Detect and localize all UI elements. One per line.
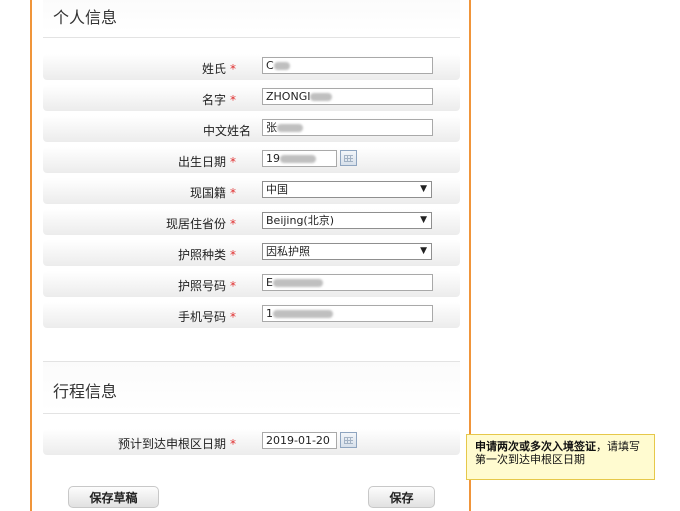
calendar-icon[interactable] [340,150,357,166]
personal-divider [43,37,460,38]
given-name-label: 名字 * [201,93,236,107]
passport-number-input[interactable]: E [262,274,433,291]
given-name-input[interactable]: ZHONGI [262,88,433,105]
province-row: 现居住省份 * Beijing(北京) ▼ [43,209,460,235]
dropdown-arrow-icon: ▼ [420,246,427,256]
save-button[interactable]: 保存 [368,486,435,508]
nationality-label: 现国籍 * [189,186,236,200]
passport-type-label: 护照种类 * [177,248,236,262]
passport-type-select[interactable]: 因私护照 ▼ [262,243,432,260]
save-draft-button[interactable]: 保存草稿 [68,486,159,508]
province-select[interactable]: Beijing(北京) ▼ [262,212,432,229]
surname-row: 姓氏 * C [43,54,460,80]
nationality-select[interactable]: 中国 ▼ [262,181,432,198]
passport-number-label: 护照号码 * [177,279,236,293]
chinese-name-row: 中文姓名 张 [43,116,460,142]
dropdown-arrow-icon: ▼ [420,184,427,194]
passport-number-row: 护照号码 * E [43,271,460,297]
personal-section-title: 个人信息 [53,8,118,27]
arrival-row: 预计到达申根区日期 * 2019-01-20 [43,429,460,455]
arrival-date-input[interactable]: 2019-01-20 [262,432,337,449]
arrival-label: 预计到达申根区日期 * [117,437,236,451]
province-label: 现居住省份 * [165,217,236,231]
trip-divider [43,413,460,414]
trip-section-title: 行程信息 [53,382,118,401]
surname-label: 姓氏 * [201,62,236,76]
passport-type-row: 护照种类 * 因私护照 ▼ [43,240,460,266]
birth-date-row: 出生日期 * 19 [43,147,460,173]
calendar-icon[interactable] [340,432,357,448]
mobile-row: 手机号码 * 1 [43,302,460,328]
mobile-input[interactable]: 1 [262,305,433,322]
birth-date-label: 出生日期 * [177,155,236,169]
chinese-name-input[interactable]: 张 [262,119,433,136]
birth-date-input[interactable]: 19 [262,150,337,167]
dropdown-arrow-icon: ▼ [420,215,427,225]
chinese-name-label: 中文姓名 [202,124,251,138]
nationality-row: 现国籍 * 中国 ▼ [43,178,460,204]
arrival-hint-tooltip: 申请两次或多次入境签证，请填写第一次到达申根区日期 [466,434,655,480]
mobile-label: 手机号码 * [177,310,236,324]
surname-input[interactable]: C [262,57,433,74]
hint-bold-text: 申请两次或多次入境签证 [475,440,596,453]
left-border [30,0,32,511]
given-name-row: 名字 * ZHONGI [43,85,460,111]
